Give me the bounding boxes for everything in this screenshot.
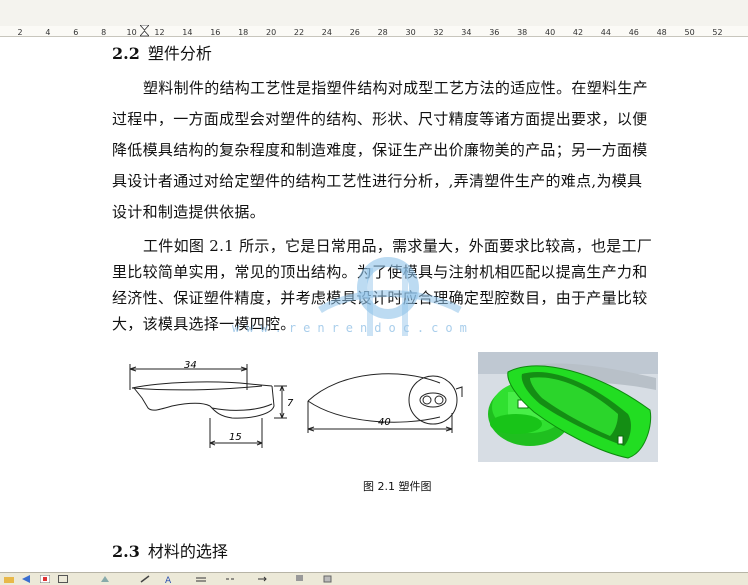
pen-icon[interactable] — [140, 575, 150, 583]
paragraph-line: 具设计者通过对给定塑件的结构工艺性进行分析，,弄清塑件生产的难点,为模具 — [112, 172, 643, 190]
dim-label-34: 34 — [184, 360, 197, 371]
image-icon[interactable] — [40, 575, 50, 583]
paragraph-line: 塑料制件的结构工艺性是指塑件结构对成型工艺方法的适应性。在塑料生产 — [143, 79, 648, 97]
font-color-icon[interactable]: A — [164, 575, 174, 583]
open-folder-icon[interactable] — [4, 575, 14, 583]
section-title: 材料的选择 — [147, 542, 228, 561]
section-number: 2.3 — [112, 542, 140, 561]
paragraph-line: 过程中，一方面成型会对塑件的结构、形状、尺寸精度等诸方面提出要求，以便 — [112, 110, 648, 128]
dim-label-15: 15 — [229, 432, 242, 443]
arrow-left-icon[interactable] — [22, 575, 32, 583]
frame-icon[interactable] — [58, 575, 68, 583]
section-heading-2-3: 2.3 材料的选择 — [112, 538, 228, 562]
figure-caption: 图 2.1 塑件图 — [363, 480, 432, 493]
svg-text:A: A — [165, 576, 172, 583]
figure-3d-model — [478, 352, 658, 462]
section-number: 2.2 — [112, 44, 140, 63]
section-heading-2-2: 2.2 塑件分析 — [112, 40, 212, 64]
dim-label-7: 7 — [287, 398, 294, 409]
horizontal-ruler[interactable]: 2 4 6 8 10 12 14 16 18 20 22 24 26 28 30 32 34 36 38 40 42 44… — [0, 0, 748, 37]
figure-side-view: 34 7 15 — [129, 360, 294, 448]
fill-color-icon[interactable] — [100, 575, 110, 583]
arrow-style-icon[interactable] — [258, 575, 268, 583]
shadow-icon[interactable] — [296, 575, 306, 583]
paragraph-line: 设计和制造提供依据。 — [112, 203, 266, 221]
paragraph-line: 降低模具结构的复杂程度和制造难度，保证生产出价廉物美的产品；另一方面模 — [112, 141, 648, 159]
watermark-logo-icon — [318, 257, 462, 336]
document-page[interactable]: 2.2 塑件分析 塑料制件的结构工艺性是指塑件结构对成型工艺方法的适应性。在塑料生… — [0, 36, 748, 572]
dim-label-40: 40 — [378, 417, 391, 428]
line-style-icon[interactable] — [196, 575, 206, 583]
section-title: 塑件分析 — [147, 44, 212, 63]
drawing-toolbar: A — [0, 572, 748, 585]
3d-style-icon[interactable] — [322, 575, 332, 583]
dash-style-icon[interactable] — [226, 575, 236, 583]
watermark-text: www.renrendoc.com — [232, 321, 474, 335]
figure-top-view: 40 — [307, 373, 463, 433]
